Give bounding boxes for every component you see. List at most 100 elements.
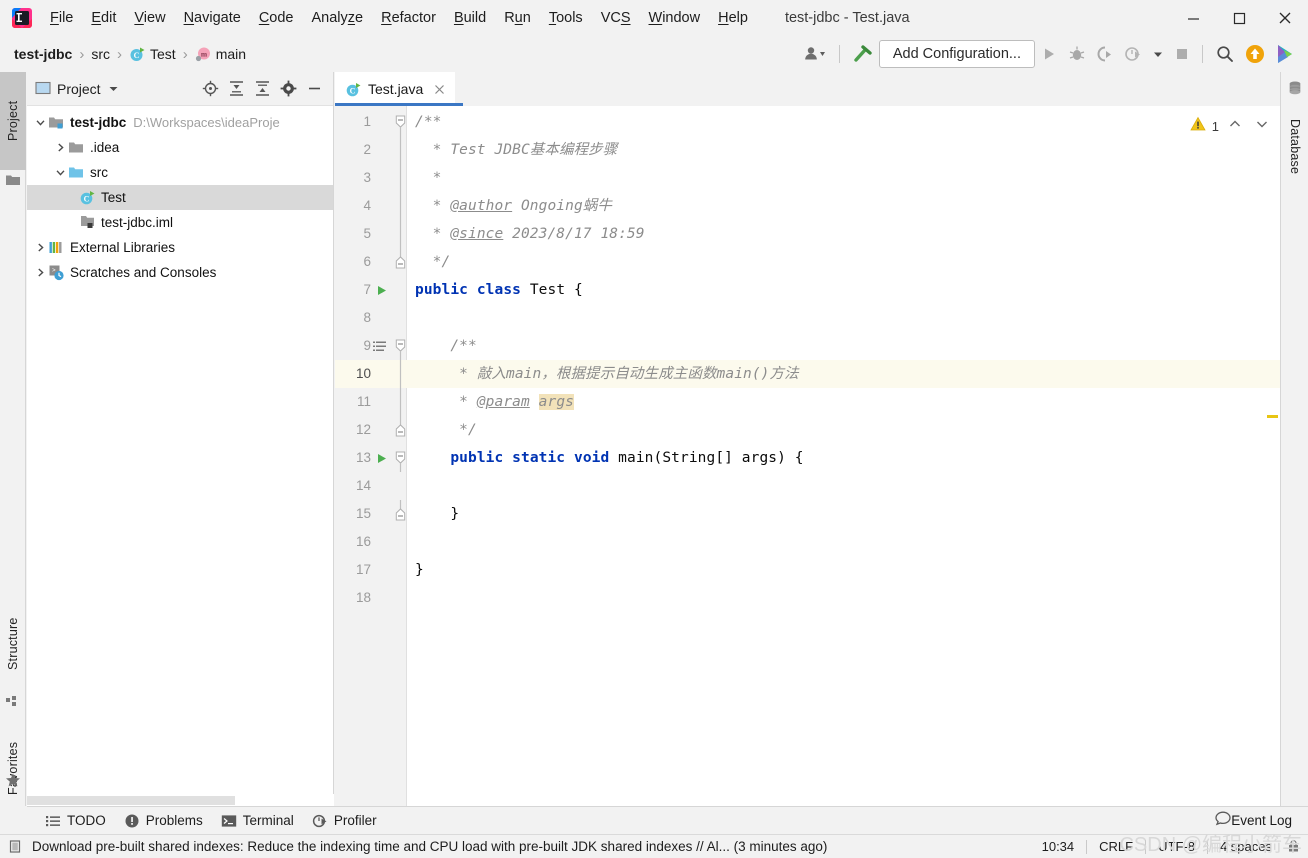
menu-refactor[interactable]: Refactor (372, 6, 445, 30)
profile-icon[interactable] (1119, 36, 1147, 72)
fold-start-icon[interactable] (395, 332, 406, 360)
tree-node-scratches-consoles[interactable]: > Scratches and Consoles (27, 260, 333, 285)
menu-analyze[interactable]: Analyze (303, 6, 373, 30)
code-line[interactable]: 7 public class Test { (335, 276, 1280, 304)
sidebar-item-favorites[interactable]: Favorites (0, 720, 26, 816)
code-line[interactable]: 15 } (335, 500, 1280, 528)
collapse-all-icon[interactable] (249, 76, 275, 102)
debug-icon[interactable] (1063, 36, 1091, 72)
code-lines[interactable]: 1/** 2 * Test JDBC基本编程步骤 3 * 4 * @author On… (335, 106, 1280, 806)
update-project-icon[interactable] (1240, 36, 1270, 72)
breadcrumb-main-method[interactable]: m main (195, 46, 246, 63)
status-message[interactable]: Download pre-built shared indexes: Reduc… (32, 839, 827, 854)
chevron-down-icon[interactable] (101, 76, 127, 102)
tree-node-test-jdbc[interactable]: test-jdbc D:\Workspaces\ideaProje (27, 110, 333, 135)
run-with-coverage-icon[interactable] (1091, 36, 1119, 72)
breadcrumb-test-jdbc[interactable]: test-jdbc (14, 46, 72, 62)
run-gutter-icon[interactable] (373, 444, 389, 472)
stop-icon[interactable] (1169, 36, 1195, 72)
close-icon[interactable] (1262, 0, 1308, 36)
settings-gear-icon[interactable] (275, 76, 301, 102)
tab-test-java[interactable]: C Test.java (335, 72, 463, 106)
code-line[interactable]: 5 * @since 2023/8/17 18:59 (335, 220, 1280, 248)
run-icon[interactable] (1035, 36, 1063, 72)
menu-view[interactable]: View (125, 6, 174, 30)
chevron-right-icon[interactable] (33, 235, 48, 260)
tool-button-problems[interactable]: Problems (124, 813, 203, 829)
locate-icon[interactable] (197, 76, 223, 102)
code-line[interactable]: 11 * @param args (335, 388, 1280, 416)
code-editor[interactable]: 1/** 2 * Test JDBC基本编程步骤 3 * 4 * @author On… (335, 106, 1280, 806)
hide-icon[interactable] (301, 76, 327, 102)
sidebar-item-structure[interactable]: Structure (0, 596, 26, 692)
close-icon[interactable] (432, 82, 447, 97)
menu-tools[interactable]: Tools (540, 6, 592, 30)
menu-vcs[interactable]: VCS (592, 6, 640, 30)
tool-button-todo[interactable]: TODO (45, 813, 106, 829)
code-line[interactable]: 8 (335, 304, 1280, 332)
chevron-right-icon[interactable] (33, 260, 48, 285)
maximize-icon[interactable] (1216, 0, 1262, 36)
code-line[interactable]: 2 * Test JDBC基本编程步骤 (335, 136, 1280, 164)
code-line[interactable]: 17} (335, 556, 1280, 584)
inspection-marker-strip[interactable] (1266, 140, 1280, 806)
add-configuration-button[interactable]: Add Configuration... (878, 40, 1035, 68)
code-line[interactable]: 6 */ (335, 248, 1280, 276)
code-line[interactable]: 4 * @author Ongoing蜗牛 (335, 192, 1280, 220)
code-line[interactable]: 18 (335, 584, 1280, 612)
warning-marker[interactable] (1267, 415, 1278, 418)
tree-node-external-libraries[interactable]: External Libraries (27, 235, 333, 260)
breadcrumb-test-class[interactable]: C Test (129, 46, 176, 63)
chevron-down-icon[interactable] (53, 160, 68, 185)
code-line[interactable]: 14 (335, 472, 1280, 500)
chevron-up-icon[interactable] (1227, 116, 1243, 137)
menu-file[interactable]: File (41, 6, 82, 30)
tree-node-src[interactable]: src (27, 160, 333, 185)
minimize-icon[interactable] (1170, 0, 1216, 36)
user-avatar-icon[interactable] (798, 36, 832, 72)
status-line-separator[interactable]: CRLF (1087, 839, 1145, 854)
tree-node-iml-file[interactable]: test-jdbc.iml (27, 210, 333, 235)
status-encoding[interactable]: UTF-8 (1146, 839, 1207, 854)
code-line[interactable]: 9 /** (335, 332, 1280, 360)
notification-icon[interactable] (6, 839, 24, 854)
chevron-down-icon[interactable] (33, 110, 48, 135)
tree-node-test-class[interactable]: C Test (27, 185, 333, 210)
fold-end-icon[interactable] (395, 248, 406, 276)
tool-button-terminal[interactable]: Terminal (221, 813, 294, 829)
event-log-button[interactable]: Event Log (1215, 810, 1292, 831)
sidebar-item-database[interactable]: Database (1282, 104, 1308, 190)
code-line[interactable]: 1 /** (335, 108, 1280, 136)
run-gutter-icon[interactable] (373, 276, 389, 304)
fold-end-icon[interactable] (395, 416, 406, 444)
menu-edit[interactable]: Edit (82, 6, 125, 30)
fold-start-icon[interactable] (395, 108, 406, 136)
fold-end-icon[interactable] (395, 500, 406, 528)
tool-button-profiler[interactable]: Profiler (312, 813, 377, 829)
chevron-down-icon[interactable] (1254, 116, 1270, 137)
code-line[interactable]: 12 */ (335, 416, 1280, 444)
tree-node-idea[interactable]: .idea (27, 135, 333, 160)
fold-start-icon[interactable] (395, 444, 406, 472)
code-line[interactable]: 13 public static void main(String[] args… (335, 444, 1280, 472)
code-line[interactable]: 10 * 敲入main，根据提示自动生成主函数main()方法 (335, 360, 1280, 388)
chevron-down-icon[interactable] (1147, 36, 1169, 72)
javadoc-gutter-icon[interactable] (371, 332, 389, 360)
menu-code[interactable]: Code (250, 6, 303, 30)
code-line[interactable]: 16 (335, 528, 1280, 556)
menu-help[interactable]: Help (709, 6, 757, 30)
menu-run[interactable]: Run (495, 6, 540, 30)
inspection-widget[interactable]: 1 (1190, 116, 1270, 137)
search-everywhere-icon[interactable] (1210, 36, 1240, 72)
sidebar-item-project[interactable]: Project (0, 72, 26, 170)
menu-navigate[interactable]: Navigate (175, 6, 250, 30)
expand-all-icon[interactable] (223, 76, 249, 102)
code-line[interactable]: 3 * (335, 164, 1280, 192)
project-horizontal-scrollbar[interactable] (27, 794, 334, 806)
build-hammer-icon[interactable] (847, 36, 879, 72)
breadcrumb-src[interactable]: src (91, 46, 110, 62)
chevron-right-icon[interactable] (53, 135, 68, 160)
status-indent[interactable]: 4 spaces (1208, 839, 1284, 854)
menu-build[interactable]: Build (445, 6, 495, 30)
menu-window[interactable]: Window (640, 6, 710, 30)
